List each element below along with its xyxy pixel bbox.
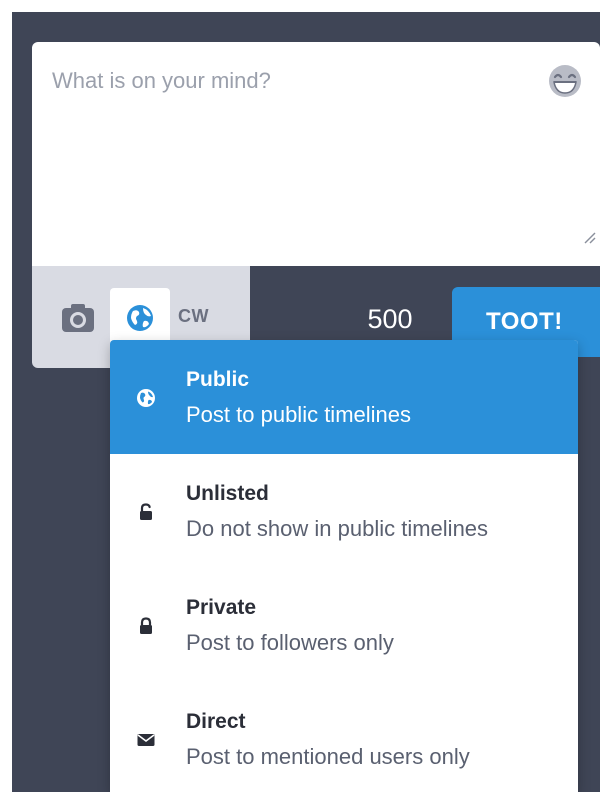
add-media-button[interactable] [58, 300, 98, 336]
privacy-dropdown: Public Post to public timelines Unlisted… [110, 340, 578, 792]
privacy-option-public[interactable]: Public Post to public timelines [110, 340, 578, 454]
content-warning-button[interactable]: CW [178, 306, 209, 327]
privacy-toggle-button[interactable] [110, 288, 170, 348]
privacy-option-description: Do not show in public timelines [186, 516, 489, 541]
compose-box [32, 42, 600, 266]
privacy-option-private[interactable]: Private Post to followers only [110, 568, 578, 682]
emoji-laugh-icon [549, 65, 581, 97]
emoji-picker-button[interactable] [546, 62, 584, 100]
privacy-option-title: Unlisted [186, 482, 269, 505]
privacy-option-description: Post to mentioned users only [186, 744, 470, 769]
unlock-icon [140, 503, 152, 520]
privacy-option-title: Private [186, 596, 257, 619]
privacy-option-title: Direct [186, 710, 246, 733]
privacy-option-description: Post to followers only [186, 630, 394, 655]
character-counter: 500 [367, 304, 413, 334]
compose-textarea[interactable] [32, 42, 600, 266]
globe-icon [127, 305, 153, 331]
lock-icon [140, 617, 152, 634]
privacy-option-unlisted[interactable]: Unlisted Do not show in public timelines [110, 454, 578, 568]
resize-handle-icon[interactable] [582, 230, 596, 244]
camera-icon [62, 304, 94, 332]
envelope-icon [137, 734, 155, 746]
privacy-option-direct[interactable]: Direct Post to mentioned users only [110, 682, 578, 792]
privacy-option-title: Public [186, 368, 250, 391]
privacy-option-description: Post to public timelines [186, 402, 411, 427]
globe-icon [137, 389, 155, 407]
